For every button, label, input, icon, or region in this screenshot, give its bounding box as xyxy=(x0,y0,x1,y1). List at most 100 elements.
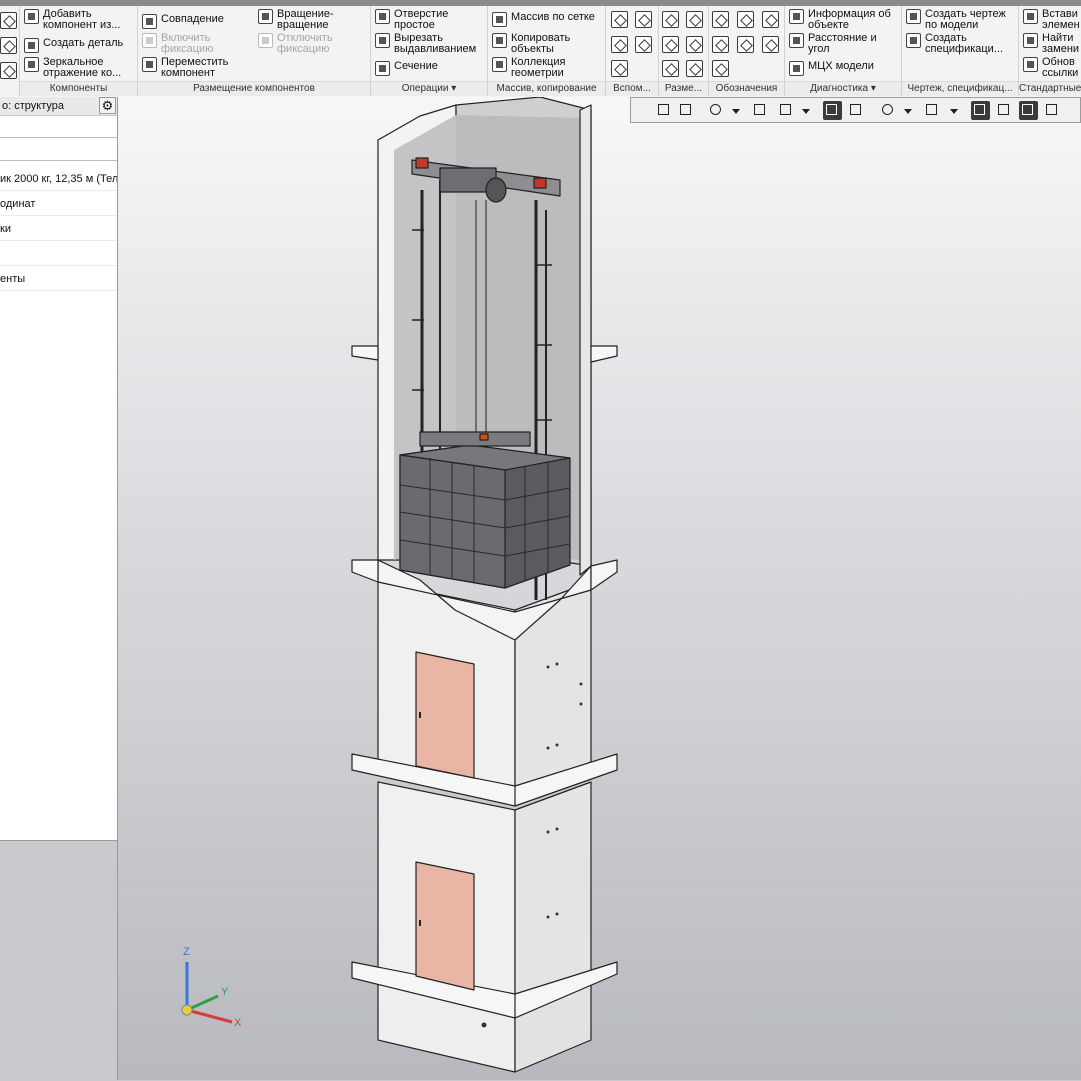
simple-hole-button[interactable]: Отверстие простое xyxy=(375,9,448,31)
add-component-button[interactable]: Добавить компонент из... xyxy=(24,9,120,31)
sketch-view-icon[interactable] xyxy=(655,101,674,120)
radial-dim-icon[interactable] xyxy=(662,36,679,53)
update-label-2: ссылки xyxy=(1042,67,1079,79)
dim-icon-5[interactable] xyxy=(662,60,679,77)
cutoff-icon-3[interactable] xyxy=(0,62,17,79)
tree-item-empty[interactable] xyxy=(0,242,117,266)
ribbon-group-standard: Встави элемен Найти замени Обнов ссылки Ста… xyxy=(1019,6,1081,96)
rotation-rotation-button[interactable]: Вращение-вращение xyxy=(258,9,334,31)
3d-viewport[interactable]: Z Y X xyxy=(118,97,1081,1080)
model-tree-panel: о: структура ⚙ ик 2000 кг, 12,35 м (Тел … xyxy=(0,97,118,1081)
copy-objects-button[interactable]: Копировать объекты xyxy=(492,33,570,55)
perspective-icon[interactable] xyxy=(1019,101,1038,120)
tree-search-input[interactable] xyxy=(0,137,117,161)
display-icon[interactable] xyxy=(923,101,942,120)
hide-show-dropdown-icon[interactable] xyxy=(903,101,913,120)
rotation-label-2: вращение xyxy=(277,19,329,31)
create-spec-button[interactable]: Создать спецификаци... xyxy=(906,33,1003,55)
disable-fixation-button[interactable]: Отключить фиксацию xyxy=(258,33,333,55)
tree-item-coordinates[interactable]: одинат xyxy=(0,192,117,216)
ribbon-toolbar: Добавить компонент из... Создать деталь З… xyxy=(0,0,1081,98)
grid-array-button[interactable]: Массив по сетке xyxy=(492,12,595,27)
angular-dim-icon[interactable] xyxy=(686,11,703,28)
normal-to-icon[interactable] xyxy=(677,101,696,120)
orientation-icon[interactable] xyxy=(777,101,796,120)
edit-view-icon[interactable] xyxy=(1043,101,1062,120)
collection-label-2: геометрии xyxy=(511,67,564,79)
mass-properties-button[interactable]: МЦХ модели xyxy=(789,61,874,76)
object-info-icon xyxy=(789,9,804,24)
ribbon-group-drawing: Создать чертеж по модели Создать специфика… xyxy=(902,6,1019,96)
update-links-button[interactable]: Обнов ссылки xyxy=(1023,57,1078,79)
cutoff-icon-1[interactable] xyxy=(0,12,17,29)
group-label-diagnostics-wrap[interactable]: Диагностика ▾ xyxy=(785,81,901,96)
mirror-label-2: отражение ко... xyxy=(43,67,122,79)
tree-item-components[interactable]: енты xyxy=(0,267,117,291)
wireframe-mode-icon[interactable] xyxy=(847,101,866,120)
zoom-icon[interactable] xyxy=(707,101,726,120)
section-button[interactable]: Сечение xyxy=(375,61,438,76)
notation-icon-3[interactable] xyxy=(762,11,779,28)
create-drawing-icon xyxy=(906,9,921,24)
zoom-dropdown-icon[interactable] xyxy=(731,101,741,120)
ribbon-group-cutoff xyxy=(0,6,20,96)
create-spec-icon xyxy=(906,33,921,48)
notation-icon-7[interactable] xyxy=(712,60,729,77)
geometry-collection-button[interactable]: Коллекция геометрии xyxy=(492,57,565,79)
gear-icon[interactable]: ⚙ xyxy=(99,97,116,114)
cutoff-icon-2[interactable] xyxy=(0,37,17,54)
elevator-shaft-model[interactable] xyxy=(118,97,1081,1080)
ribbon-group-components: Добавить компонент из... Создать деталь З… xyxy=(20,6,138,96)
ribbon-group-dims: Разме... xyxy=(659,6,709,96)
distance-label-2: угол xyxy=(808,43,830,55)
orientation-dropdown-icon[interactable] xyxy=(801,101,811,120)
distance-angle-button[interactable]: Расстояние и угол xyxy=(789,33,877,55)
cut-label-2: выдавливанием xyxy=(394,43,477,55)
notation-icon-4[interactable] xyxy=(712,36,729,53)
grid-array-icon xyxy=(492,12,507,27)
find-replace-button[interactable]: Найти замени xyxy=(1023,33,1079,55)
find-replace-icon xyxy=(1023,33,1038,48)
enable-fixation-button[interactable]: Включить фиксацию xyxy=(142,33,213,55)
linear-dim-icon[interactable] xyxy=(662,11,679,28)
mass-properties-icon xyxy=(789,61,804,76)
group-label-notations: Обозначения xyxy=(709,81,784,96)
create-part-button[interactable]: Создать деталь xyxy=(24,38,123,53)
create-drawing-button[interactable]: Создать чертеж по модели xyxy=(906,9,1006,31)
aux-point-icon[interactable] xyxy=(611,36,628,53)
insert-element-button[interactable]: Встави элемен xyxy=(1023,9,1080,31)
notation-icon-5[interactable] xyxy=(737,36,754,53)
aux-line-icon[interactable] xyxy=(611,60,628,77)
notation-icon-2[interactable] xyxy=(737,11,754,28)
display-dropdown-icon[interactable] xyxy=(949,101,959,120)
cut-extrusion-button[interactable]: Вырезать выдавливанием xyxy=(375,33,476,55)
aux-cs-icon[interactable] xyxy=(635,36,652,53)
aux-axis-icon[interactable] xyxy=(635,11,652,28)
mirror-component-button[interactable]: Зеркальное отражение ко... xyxy=(24,57,121,79)
section-label: Сечение xyxy=(394,60,438,72)
aux-plane-icon[interactable] xyxy=(611,11,628,28)
shaded-mode-icon[interactable] xyxy=(823,101,842,120)
group-label-diagnostics: Диагностика xyxy=(810,83,869,94)
notation-icon-1[interactable] xyxy=(712,11,729,28)
tree-item-root[interactable]: ик 2000 кг, 12,35 м (Тел xyxy=(0,167,117,191)
group-label-components: Компоненты xyxy=(20,81,137,96)
copy-label-2: объекты xyxy=(511,43,554,55)
move-component-button[interactable]: Переместить компонент xyxy=(142,57,228,79)
dim-icon-6[interactable] xyxy=(686,60,703,77)
object-info-button[interactable]: Информация об объекте xyxy=(789,9,891,31)
rotate-view-icon[interactable] xyxy=(751,101,770,120)
diameter-dim-icon[interactable] xyxy=(686,36,703,53)
section-view-icon[interactable] xyxy=(995,101,1014,120)
constraints-icon[interactable] xyxy=(971,101,990,120)
tree-item-sketches[interactable]: ки xyxy=(0,217,117,241)
group-expand-icon: ▾ xyxy=(451,83,457,94)
group-label-operations-wrap[interactable]: Операции ▾ xyxy=(371,81,487,96)
notation-icon-6[interactable] xyxy=(762,36,779,53)
coincidence-button[interactable]: Совпадение xyxy=(142,14,224,29)
distance-angle-icon xyxy=(789,33,804,48)
hide-show-icon[interactable] xyxy=(879,101,898,120)
create-drawing-label-2: по модели xyxy=(925,19,979,31)
ribbon-group-diagnostics: Информация об объекте Расстояние и угол МЦ… xyxy=(785,6,902,96)
group-label-aux: Вспом... xyxy=(606,81,658,96)
